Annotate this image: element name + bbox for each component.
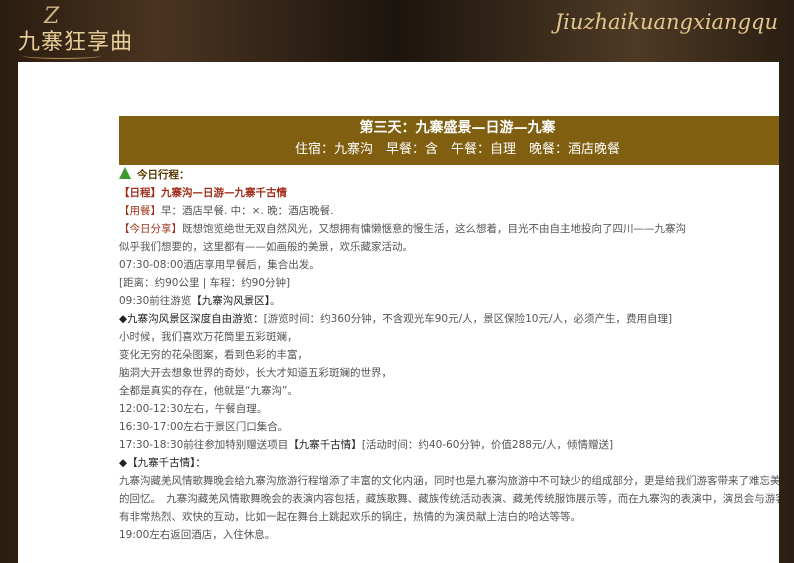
share-line-2: 似乎我们想要的，这里都有——如画般的美景，欢乐藏家活动。: [119, 241, 413, 253]
distance-line: [距离：约90公里 | 车程：约90分钟]: [119, 277, 291, 289]
day-title: 第三天：九寨盛景—日游—九寨: [359, 120, 556, 136]
day-meta: 住宿：九寨沟 早餐：含 午餐：自理 晚餐：酒店晚餐: [294, 142, 620, 157]
day-header: 第三天：九寨盛景—日游—九寨 住宿：九寨沟 早餐：含 午餐：自理 晚餐：酒店晚餐: [119, 116, 779, 165]
logo-wave-decoration: [22, 52, 102, 59]
scenic-detail-line: ◆九寨沟风景区深度自由游览：[游览时间：约360分钟，不含观光车90元/人，景区…: [119, 310, 779, 328]
show-detail: [活动时间：约40-60分钟，价值288元/人，倾情赠送]: [361, 439, 614, 451]
scenic-detail: [游览时间：约360分钟，不含观光车90元/人，景区保险10元/人，必须产生，费…: [263, 313, 673, 325]
time-1730: 17:30-18:30前往参加特别赠送项目【九寨千古情】[活动时间：约40-60…: [119, 436, 779, 454]
share-text-1: 既想饱览绝世无双自然风光，又想拥有慵懒惬意的慢生活，这么想着，目光不由自主地投向…: [182, 223, 686, 235]
time-0930: 09:30前往游览【九寨沟风景区】。: [119, 292, 779, 310]
itinerary-body: 今日行程： 【日程】九寨沟—日游—九寨千古情 【用餐】早：酒店早餐. 中：×. …: [119, 166, 779, 544]
logo-script-text: Jiuzhaikuangxiangqu: [554, 10, 778, 34]
poem-line-3: 脑洞大开去想象世界的奇妙，长大才知道五彩斑斓的世界，: [119, 367, 392, 379]
schedule-line: 【日程】九寨沟—日游—九寨千古情: [119, 184, 779, 202]
time-1730-text: 17:30-18:30前往参加特别赠送项目: [119, 439, 289, 451]
content-area: 第三天：九寨盛景—日游—九寨 住宿：九寨沟 早餐：含 午餐：自理 晚餐：酒店晚餐…: [18, 62, 779, 563]
poem-line-1: 小时候，我们喜欢万花筒里五彩斑斓，: [119, 331, 298, 343]
schedule-prefix: 【日程】: [119, 187, 161, 199]
time-1630: 16:30-17:00左右于景区门口集合。: [119, 421, 289, 433]
tree-icon: [119, 167, 131, 179]
share-prefix: 【今日分享】: [119, 223, 182, 235]
time-1200: 12:00-12:30左右，午餐自理。: [119, 403, 268, 415]
time-1900: 19:00左右返回酒店，入住休息。: [119, 529, 276, 541]
today-heading: 今日行程：: [119, 166, 779, 184]
show-title: ◆【九寨千古情】：: [119, 457, 206, 469]
scenic-area-link: 【九寨沟风景区】: [191, 295, 271, 307]
site-banner: Z 九寨狂享曲 Jiuzhaikuangxiangqu: [0, 0, 794, 62]
show-description: 九寨沟藏羌风情歌舞晚会给九寨沟旅游行程增添了丰富的文化内涵，同时也是九寨沟旅游中…: [119, 475, 779, 523]
poem-line-4: 全都是真实的存在，他就是“九寨沟”。: [119, 385, 298, 397]
meal-line: 【用餐】早：酒店早餐. 中：×. 晚：酒店晚餐.: [119, 202, 779, 220]
today-label: 今日行程：: [137, 169, 190, 181]
time-0930-end: 。: [270, 295, 281, 307]
meal-text: 早：酒店早餐. 中：×. 晚：酒店晚餐.: [161, 205, 334, 217]
time-0730: 07:30-08:00酒店享用早餐后，集合出发。: [119, 259, 320, 271]
show-name: 【九寨千古情】: [288, 439, 362, 451]
meal-prefix: 【用餐】: [119, 205, 161, 217]
share-line-1: 【今日分享】既想饱览绝世无双自然风光，又想拥有慵懒惬意的慢生活，这么想着，目光不…: [119, 220, 779, 238]
time-0930-text: 09:30前往游览: [119, 295, 192, 307]
logo-title: 九寨狂享曲: [18, 30, 134, 55]
scenic-title: ◆九寨沟风景区深度自由游览：: [119, 313, 264, 325]
schedule-text: 九寨沟—日游—九寨千古情: [161, 187, 287, 199]
poem-line-2: 变化无穷的花朵图案，看到色彩的丰富，: [119, 349, 308, 361]
